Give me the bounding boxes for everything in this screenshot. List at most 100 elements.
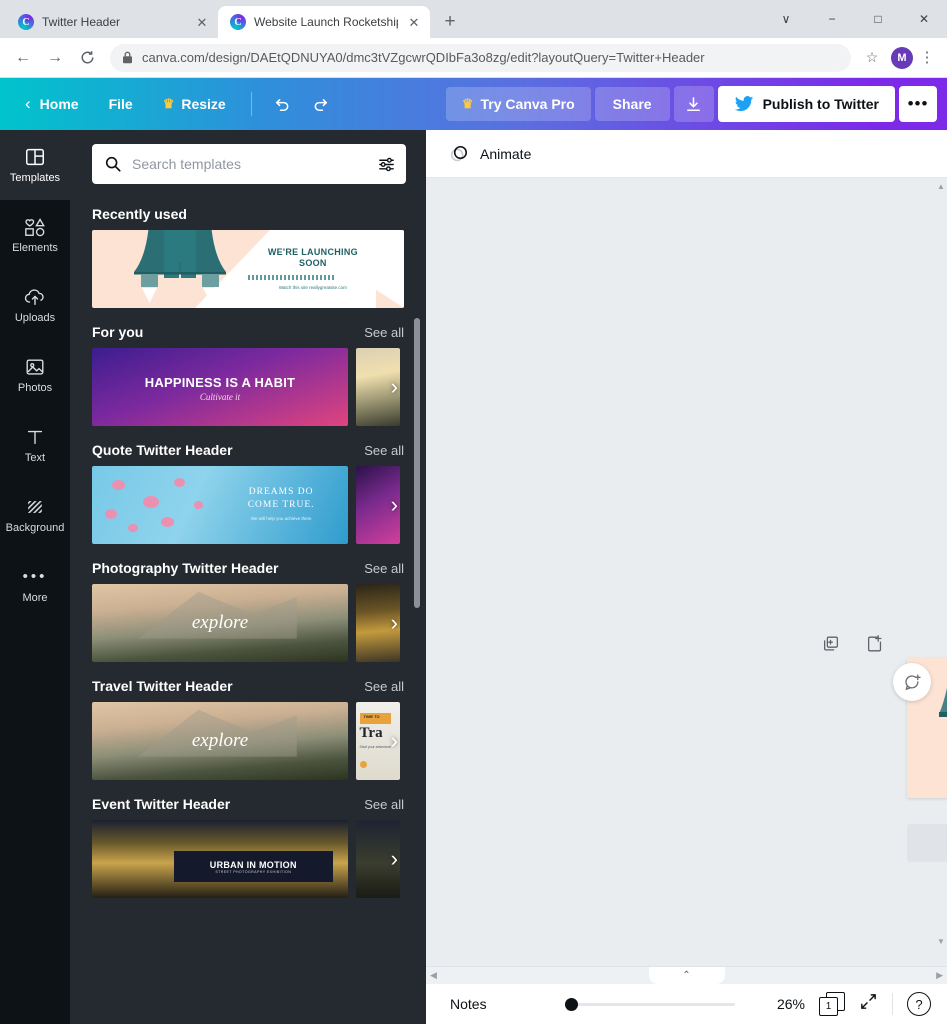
zoom-track bbox=[564, 1002, 735, 1006]
animate-bar: Animate bbox=[426, 130, 947, 178]
carousel-next-icon[interactable]: › bbox=[391, 376, 398, 398]
maximize-icon[interactable]: □ bbox=[855, 0, 901, 38]
uploads-icon bbox=[23, 286, 47, 308]
scroll-left-icon[interactable]: ◀ bbox=[430, 970, 437, 981]
panel-scrollbar[interactable] bbox=[414, 318, 420, 608]
sidebar-item-elements[interactable]: Elements bbox=[0, 200, 70, 270]
zoom-slider[interactable] bbox=[564, 997, 735, 1011]
search-input[interactable] bbox=[132, 156, 367, 172]
browser-tab-2[interactable]: C Website Launch Rocketship Twitt ✕ bbox=[218, 6, 430, 38]
wave-divider-icon bbox=[248, 275, 336, 281]
rocket-illustration[interactable] bbox=[937, 658, 947, 786]
forward-icon[interactable]: → bbox=[40, 43, 70, 73]
thumbnail-text: HAPPINESS IS A HABIT bbox=[144, 374, 296, 390]
sidebar-item-background[interactable]: Background bbox=[0, 480, 70, 550]
section-header-quote: Quote Twitter Header See all bbox=[92, 442, 404, 458]
help-button[interactable]: ? bbox=[907, 992, 931, 1016]
templates-panel: Recently used bbox=[70, 130, 426, 1024]
zoom-percent-label: 26% bbox=[776, 996, 805, 1012]
sidebar-label: Text bbox=[24, 452, 46, 464]
scroll-down-icon[interactable]: ▼ bbox=[937, 937, 945, 946]
template-thumbnail-explore[interactable]: explore bbox=[92, 702, 348, 780]
search-box[interactable] bbox=[92, 144, 406, 184]
redo-button[interactable] bbox=[304, 87, 340, 121]
reload-icon[interactable] bbox=[72, 43, 102, 73]
publish-to-twitter-button[interactable]: Publish to Twitter bbox=[717, 86, 895, 122]
resize-button[interactable]: ♛ Resize bbox=[150, 89, 239, 119]
sidebar-item-photos[interactable]: Photos bbox=[0, 340, 70, 410]
thumbnail-subtext: We will help you achieve them bbox=[250, 515, 312, 521]
peek-small-text: Start your adventure bbox=[359, 744, 392, 749]
see-all-link[interactable]: See all bbox=[364, 797, 404, 812]
filter-sliders-icon[interactable] bbox=[377, 155, 396, 174]
template-thumbnail-explore[interactable]: explore bbox=[92, 584, 348, 662]
resize-label: Resize bbox=[181, 96, 226, 112]
share-label: Share bbox=[612, 96, 652, 112]
carousel-next-icon[interactable]: › bbox=[391, 494, 398, 516]
template-row: URBAN IN MOTION STREET PHOTOGRAPHY EXHIB… bbox=[92, 820, 404, 898]
duplicate-page-icon[interactable] bbox=[821, 634, 841, 654]
rocket-illustration bbox=[120, 230, 376, 308]
minimize-icon[interactable]: − bbox=[809, 0, 855, 38]
see-all-link[interactable]: See all bbox=[364, 443, 404, 458]
see-all-link[interactable]: See all bbox=[364, 561, 404, 576]
canva-toolbar: ‹ Home File ♛ Resize ♛ Try Canva Pro Sha… bbox=[0, 78, 947, 130]
try-canva-pro-button[interactable]: ♛ Try Canva Pro bbox=[445, 87, 591, 121]
address-bar[interactable]: canva.com/design/DAEtQDNUYA0/dmc3tVZgcwr… bbox=[110, 43, 851, 72]
browser-url-bar: ← → canva.com/design/DAEtQDNUYA0/dmc3tVZ… bbox=[0, 38, 947, 78]
more-options-button[interactable]: ••• bbox=[899, 86, 937, 122]
profile-avatar[interactable]: M bbox=[891, 46, 913, 69]
file-menu-button[interactable]: File bbox=[96, 89, 146, 119]
browser-tab-1[interactable]: C Twitter Header ✕ bbox=[6, 6, 218, 38]
canvas-area[interactable]: ▲ ▼ bbox=[426, 178, 947, 966]
thumbnail-text: WE'RE LAUNCHING SOON bbox=[267, 247, 358, 268]
tab-close-icon[interactable]: ✕ bbox=[406, 14, 422, 30]
fullscreen-button[interactable] bbox=[859, 992, 878, 1016]
see-all-link[interactable]: See all bbox=[364, 325, 404, 340]
home-button[interactable]: ‹ Home bbox=[12, 87, 92, 121]
browser-menu-icon[interactable]: ⋮ bbox=[915, 50, 939, 65]
new-tab-button[interactable]: + bbox=[436, 8, 464, 36]
templates-scroll-region[interactable]: Recently used WE'RE LAUNCHING SOON Watch… bbox=[70, 190, 426, 1024]
share-button[interactable]: Share bbox=[594, 87, 670, 121]
see-all-link[interactable]: See all bbox=[364, 679, 404, 694]
add-page-icon[interactable] bbox=[865, 634, 885, 654]
canvas-horizontal-scrollbar[interactable]: ◀ ⌃ ▶ bbox=[426, 966, 947, 984]
notes-button[interactable]: Notes bbox=[442, 992, 495, 1016]
sidebar-item-templates[interactable]: Templates bbox=[0, 130, 70, 200]
sidebar-label: More bbox=[22, 592, 48, 604]
chevron-down-icon[interactable]: ∨ bbox=[763, 0, 809, 38]
toolbar-divider bbox=[250, 92, 252, 116]
section-title: For you bbox=[92, 324, 144, 340]
add-comment-button[interactable] bbox=[893, 663, 931, 701]
animate-button[interactable]: Animate bbox=[440, 137, 539, 171]
carousel-next-icon[interactable]: › bbox=[391, 848, 398, 870]
browser-tab-bar: C Twitter Header ✕ C Website Launch Rock… bbox=[0, 0, 947, 38]
carousel-next-icon[interactable]: › bbox=[391, 730, 398, 752]
page-tools bbox=[821, 634, 885, 654]
zoom-knob[interactable] bbox=[564, 997, 578, 1011]
template-thumbnail-happiness[interactable]: HAPPINESS IS A HABIT Cultivate it bbox=[92, 348, 348, 426]
template-thumbnail-dreams[interactable]: DREAMS DO COME TRUE. We will help you ac… bbox=[92, 466, 348, 544]
template-thumbnail-rocket[interactable]: WE'RE LAUNCHING SOON Watch this site rea… bbox=[92, 230, 404, 308]
download-button[interactable] bbox=[673, 86, 714, 122]
sidebar-item-uploads[interactable]: Uploads bbox=[0, 270, 70, 340]
back-icon[interactable]: ← bbox=[8, 43, 38, 73]
template-row: explore TIME TO Tra Start your adventure… bbox=[92, 702, 404, 780]
close-window-icon[interactable]: ✕ bbox=[901, 0, 947, 38]
scroll-up-icon[interactable]: ▲ bbox=[937, 182, 945, 191]
undo-button[interactable] bbox=[264, 87, 300, 121]
carousel-next-icon[interactable]: › bbox=[391, 612, 398, 634]
section-header-for-you: For you See all bbox=[92, 324, 404, 340]
scroll-right-icon[interactable]: ▶ bbox=[936, 970, 943, 981]
page-manager-button[interactable]: 1 bbox=[819, 992, 845, 1016]
template-thumbnail-urban[interactable]: URBAN IN MOTION STREET PHOTOGRAPHY EXHIB… bbox=[92, 820, 348, 898]
tab-close-icon[interactable]: ✕ bbox=[194, 14, 210, 30]
add-page-button[interactable]: + Add page bbox=[907, 824, 947, 862]
bookmark-star-icon[interactable]: ☆ bbox=[859, 49, 885, 66]
more-dots-icon: ••• bbox=[22, 568, 48, 586]
add-comment-icon bbox=[904, 673, 921, 690]
collapse-notes-button[interactable]: ⌃ bbox=[648, 967, 725, 984]
sidebar-item-more[interactable]: ••• More bbox=[0, 550, 70, 620]
sidebar-item-text[interactable]: Text bbox=[0, 410, 70, 480]
